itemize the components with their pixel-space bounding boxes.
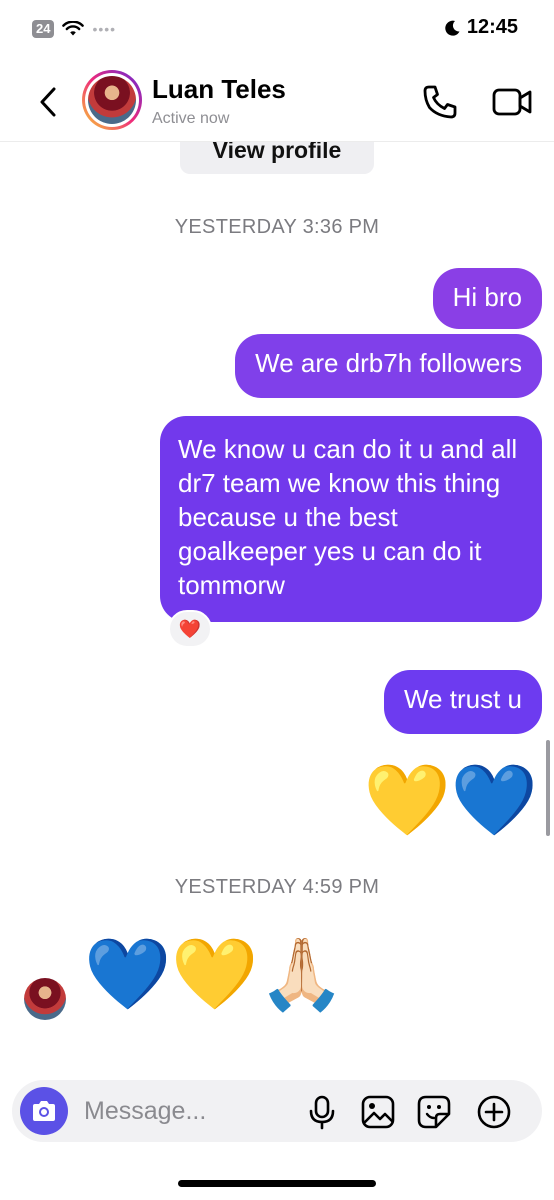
contact-avatar[interactable] [82, 70, 142, 130]
heart-reaction[interactable]: ❤️ [168, 610, 212, 648]
add-button[interactable] [476, 1094, 512, 1130]
camera-icon [33, 1101, 55, 1121]
status-right: 12:45 [443, 16, 518, 39]
battery-indicator: 24 [32, 20, 55, 38]
scrollbar[interactable] [546, 740, 550, 836]
microphone-icon [309, 1095, 335, 1130]
plus-circle-icon [477, 1095, 511, 1129]
message-bubble[interactable]: We know u can do it u and all dr7 team w… [160, 416, 542, 622]
timestamp: YESTERDAY 4:59 PM [174, 876, 380, 898]
status-bar: 24 •••• 12:45 [0, 0, 554, 60]
gallery-button[interactable] [360, 1094, 396, 1130]
chat-header: Luan Teles Active now [0, 60, 554, 142]
avatar-photo [88, 76, 136, 124]
back-button[interactable] [30, 82, 66, 122]
message-bubble[interactable]: Hi bro [432, 268, 542, 329]
chevron-left-icon [40, 87, 56, 117]
image-icon [361, 1095, 395, 1129]
message-bubble[interactable]: We trust u [383, 670, 542, 734]
sent-emoji-message[interactable]: 💛💙 [364, 758, 538, 842]
moon-icon [445, 20, 460, 36]
signal-dots-icon: •••• [92, 21, 117, 37]
message-bubble[interactable]: We are drb7h followers [235, 334, 542, 398]
message-input[interactable] [84, 1092, 284, 1130]
contact-status: Active now [152, 110, 230, 127]
phone-icon [423, 85, 457, 119]
video-camera-icon [492, 88, 532, 116]
sender-avatar[interactable] [24, 978, 66, 1020]
sticker-button[interactable] [416, 1094, 452, 1130]
voice-call-button[interactable] [420, 82, 460, 122]
clock: 12:45 [466, 16, 518, 38]
wifi-icon [62, 21, 85, 36]
message-composer [12, 1080, 542, 1142]
video-call-button[interactable] [490, 82, 534, 122]
home-indicator[interactable] [178, 1180, 376, 1187]
contact-name[interactable]: Luan Teles [152, 74, 286, 105]
status-left: 24 •••• [32, 20, 116, 38]
microphone-button[interactable] [304, 1094, 340, 1130]
timestamp: YESTERDAY 3:36 PM [174, 216, 380, 238]
received-emoji-message[interactable]: 💙💛🙏🏻 [84, 932, 345, 1016]
camera-button[interactable] [20, 1087, 68, 1135]
sticker-icon [417, 1095, 451, 1129]
